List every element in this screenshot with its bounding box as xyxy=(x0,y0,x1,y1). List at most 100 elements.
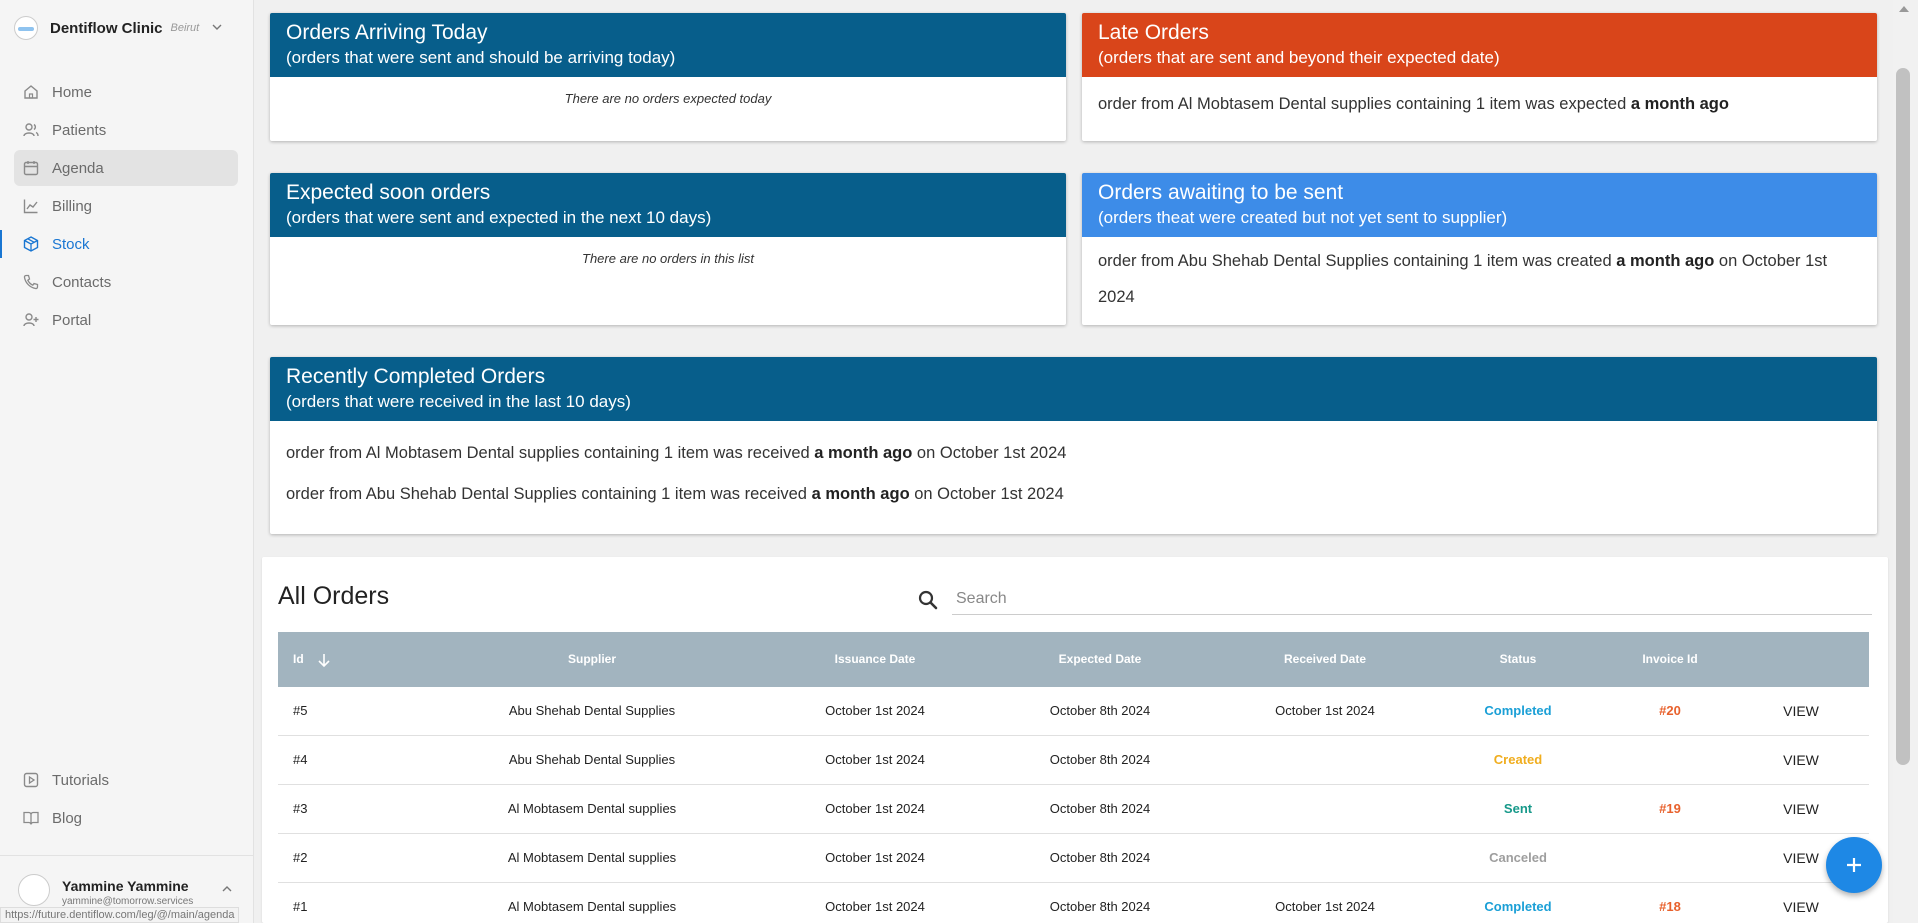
invoice-link[interactable]: #20 xyxy=(1659,687,1681,735)
completed-list: order from Al Mobtasem Dental supplies c… xyxy=(270,421,1877,518)
nav-item-label: Portal xyxy=(52,311,92,329)
cell-expected-date: October 8th 2024 xyxy=(1049,850,1151,865)
card-title: Orders Arriving Today xyxy=(286,21,488,44)
cell-issuance-date: October 1st 2024 xyxy=(825,801,925,816)
table-row[interactable]: #5 Abu Shehab Dental Supplies October 1st … xyxy=(278,687,1869,736)
sidebar: Dentiflow Clinic Beirut Home Patients Ag… xyxy=(0,0,254,923)
users-icon xyxy=(22,121,40,139)
table-row[interactable]: #2 Al Mobtasem Dental supplies October 1st… xyxy=(278,834,1869,883)
nav-item-label: Billing xyxy=(52,197,93,215)
chart-line-icon xyxy=(22,197,40,215)
column-header-expected-date[interactable]: Expected Date xyxy=(1059,632,1142,687)
cell-received-date: October 1st 2024 xyxy=(1275,703,1375,718)
cell-issuance-date: October 1st 2024 xyxy=(825,899,925,914)
nav-item-agenda[interactable]: Agenda xyxy=(14,150,238,186)
nav-item-stock[interactable]: Stock xyxy=(0,226,238,262)
view-button[interactable]: VIEW xyxy=(1783,687,1819,735)
clinic-city: Beirut xyxy=(170,22,200,34)
cell-expected-date: October 8th 2024 xyxy=(1049,899,1151,914)
nav-item-label: Tutorials xyxy=(52,771,109,789)
table-row[interactable]: #4 Abu Shehab Dental Supplies October 1st … xyxy=(278,736,1869,785)
cell-issuance-date: October 1st 2024 xyxy=(825,752,925,767)
card-header: Orders awaiting to be sent (orders theat… xyxy=(1082,173,1877,237)
add-order-button[interactable] xyxy=(1826,837,1882,893)
column-header-invoice-id[interactable]: Invoice Id xyxy=(1642,632,1697,687)
cell-received-date: October 1st 2024 xyxy=(1275,899,1375,914)
view-button[interactable]: VIEW xyxy=(1783,834,1819,882)
column-header-supplier[interactable]: Supplier xyxy=(568,632,616,687)
all-orders-panel: All Orders Id Supplier Issuance Date Exp… xyxy=(262,557,1888,923)
view-button[interactable]: VIEW xyxy=(1783,883,1819,923)
card-subtitle: (orders that are sent and beyond their e… xyxy=(1098,48,1500,67)
phone-icon xyxy=(22,273,40,291)
nav-item-home[interactable]: Home xyxy=(14,74,238,110)
recently-completed-orders-card: Recently Completed Orders (orders that w… xyxy=(270,357,1877,534)
play-icon xyxy=(22,771,40,789)
cell-id: #5 xyxy=(293,703,308,718)
cell-id: #1 xyxy=(293,899,308,914)
column-header-status[interactable]: Status xyxy=(1500,632,1537,687)
empty-message: There are no orders in this list xyxy=(582,251,754,266)
nav-item-blog[interactable]: Blog xyxy=(14,800,238,836)
table-row[interactable]: #1 Al Mobtasem Dental supplies October 1st… xyxy=(278,883,1869,923)
status-bar-url: https://future.dentiflow.com/leg/@/main/… xyxy=(0,907,240,923)
cell-expected-date: October 8th 2024 xyxy=(1049,703,1151,718)
card-header: Orders Arriving Today (orders that were … xyxy=(270,13,1066,77)
cell-expected-date: October 8th 2024 xyxy=(1049,752,1151,767)
nav-item-billing[interactable]: Billing xyxy=(14,188,238,224)
chevron-down-icon xyxy=(212,24,222,30)
all-orders-title: All Orders xyxy=(278,582,390,610)
nav-item-label: Patients xyxy=(52,121,107,139)
nav-item-portal[interactable]: Portal xyxy=(14,302,238,338)
card-subtitle: (orders theat were created but not yet s… xyxy=(1098,208,1508,227)
column-header-id[interactable]: Id xyxy=(293,632,332,687)
view-button[interactable]: VIEW xyxy=(1783,785,1819,833)
column-header-received-date[interactable]: Received Date xyxy=(1284,632,1366,687)
card-header: Late Orders (orders that are sent and be… xyxy=(1082,13,1877,77)
scrollbar-thumb[interactable] xyxy=(1896,68,1910,765)
status-badge: Created xyxy=(1493,752,1543,767)
cell-supplier: Al Mobtasem Dental supplies xyxy=(507,801,677,816)
status-badge: Canceled xyxy=(1489,850,1547,865)
chevron-up-icon xyxy=(222,886,232,892)
status-badge: Completed xyxy=(1484,899,1552,914)
cell-id: #2 xyxy=(293,850,308,865)
invoice-link[interactable]: #18 xyxy=(1659,883,1681,923)
clinic-switcher[interactable]: Dentiflow Clinic Beirut xyxy=(14,14,244,42)
search-icon xyxy=(918,590,938,610)
cell-supplier: Al Mobtasem Dental supplies xyxy=(507,899,677,914)
book-icon xyxy=(22,809,40,827)
home-icon xyxy=(22,83,40,101)
main-nav: Home Patients Agenda Billing Stock Conta… xyxy=(0,74,238,340)
user-name: Yammine Yammine xyxy=(62,878,189,894)
calendar-icon xyxy=(22,159,40,177)
avatar xyxy=(18,874,50,906)
orders-arriving-today-card: Orders Arriving Today (orders that were … xyxy=(270,13,1066,141)
view-button[interactable]: VIEW xyxy=(1783,736,1819,784)
nav-item-label: Agenda xyxy=(52,159,104,177)
cell-issuance-date: October 1st 2024 xyxy=(825,703,925,718)
card-subtitle: (orders that were sent and expected in t… xyxy=(286,208,712,227)
expected-soon-orders-card: Expected soon orders (orders that were s… xyxy=(270,173,1066,325)
search-input[interactable] xyxy=(952,583,1872,615)
column-header-issuance-date[interactable]: Issuance Date xyxy=(835,632,916,687)
invoice-link[interactable]: #19 xyxy=(1659,785,1681,833)
card-title: Orders awaiting to be sent xyxy=(1098,181,1344,204)
late-orders-card: Late Orders (orders that are sent and be… xyxy=(1082,13,1877,141)
nav-item-label: Contacts xyxy=(52,273,112,291)
table-row[interactable]: #3 Al Mobtasem Dental supplies October 1st… xyxy=(278,785,1869,834)
nav-item-tutorials[interactable]: Tutorials xyxy=(14,762,238,798)
scroll-up-arrow[interactable] xyxy=(1899,6,1909,12)
clinic-name: Dentiflow Clinic xyxy=(50,19,163,37)
status-badge: Sent xyxy=(1503,801,1533,816)
awaiting-order-line: order from Abu Shehab Dental Supplies co… xyxy=(1098,252,1828,306)
nav-item-label: Stock xyxy=(52,235,90,253)
empty-message: There are no orders expected today xyxy=(564,91,772,106)
nav-item-contacts[interactable]: Contacts xyxy=(14,264,238,300)
secondary-nav: Tutorials Blog xyxy=(14,762,238,838)
cell-issuance-date: October 1st 2024 xyxy=(825,850,925,865)
nav-item-patients[interactable]: Patients xyxy=(14,112,238,148)
late-order-line: order from Al Mobtasem Dental supplies c… xyxy=(1098,95,1729,113)
nav-item-label: Blog xyxy=(52,809,83,827)
cell-supplier: Abu Shehab Dental Supplies xyxy=(508,703,676,718)
